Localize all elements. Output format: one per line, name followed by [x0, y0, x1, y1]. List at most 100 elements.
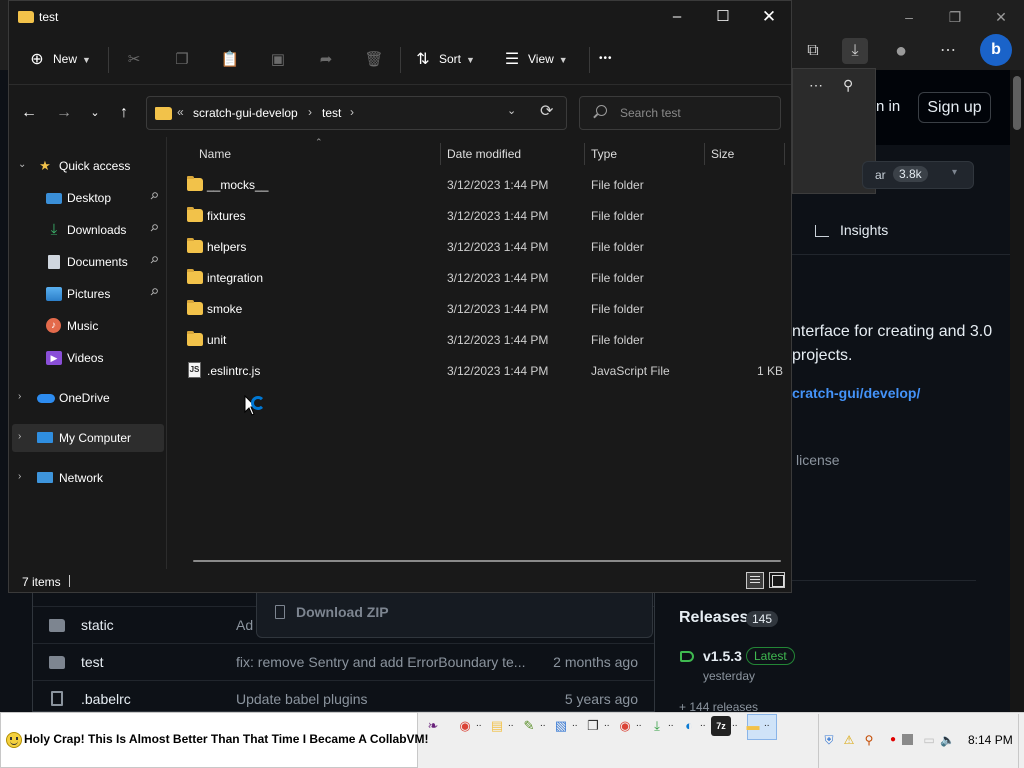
sidebar-item-desktop[interactable]: Desktop ⚲: [9, 184, 165, 212]
browser-menu-icon[interactable]: ⋯: [935, 38, 961, 64]
monitor-icon[interactable]: ▭: [922, 733, 936, 747]
sidebar-item-videos[interactable]: ▶ Videos: [9, 344, 165, 372]
table-row[interactable]: test fix: remove Sentry and add ErrorBou…: [33, 643, 654, 680]
releases-heading[interactable]: Releases: [679, 609, 748, 627]
file-row-helpers[interactable]: helpers 3/12/2023 1:44 PM File folder: [183, 232, 783, 262]
sidebar-item-my-computer[interactable]: › My Computer: [12, 424, 164, 452]
chevron-right-icon[interactable]: ›: [18, 391, 21, 402]
sidebar-item-network[interactable]: › Network: [9, 464, 165, 492]
edge-icon[interactable]: ◐: [679, 716, 699, 736]
about-website-link[interactable]: cratch-gui/develop/: [792, 385, 920, 401]
file-name[interactable]: integration: [207, 271, 263, 285]
address-bar[interactable]: « scratch-gui-develop › test › ⌄ ⟳: [146, 96, 567, 130]
forward-arrow-icon[interactable]: →: [52, 101, 76, 125]
column-divider[interactable]: [784, 143, 785, 165]
bing-icon[interactable]: b: [980, 34, 1012, 66]
file-row-smoke[interactable]: smoke 3/12/2023 1:44 PM File folder: [183, 294, 783, 324]
browser-minimize-button[interactable]: –: [898, 6, 920, 28]
search-input[interactable]: [620, 104, 770, 122]
sidebar-item-pictures[interactable]: Pictures ⚲: [9, 280, 165, 308]
commit-message[interactable]: fix: remove Sentry and add ErrorBoundary…: [236, 654, 525, 670]
shield-icon[interactable]: ⛨: [822, 733, 836, 747]
sort-button[interactable]: ⇅ Sort ▼: [413, 45, 475, 73]
close-button[interactable]: ✕: [746, 3, 792, 31]
commit-message[interactable]: Ad: [236, 617, 253, 633]
column-header-date-modified[interactable]: Date modified: [447, 147, 521, 161]
column-header-size[interactable]: Size: [711, 147, 734, 161]
file-row-integration[interactable]: integration 3/12/2023 1:44 PM File folde…: [183, 263, 783, 293]
profile-avatar-icon[interactable]: ●: [888, 38, 914, 64]
chrome-icon[interactable]: ◉: [455, 716, 475, 736]
search-box[interactable]: [579, 96, 781, 130]
explorer-titlebar[interactable]: test – ☐ ✕: [9, 1, 791, 33]
recent-locations-chevron-icon[interactable]: ⌄: [83, 101, 107, 125]
file-row-unit[interactable]: unit 3/12/2023 1:44 PM File folder: [183, 325, 783, 355]
breadcrumb-separator[interactable]: ›: [350, 105, 354, 119]
download-arrow-icon[interactable]: ⤓: [647, 716, 667, 736]
share-icon[interactable]: ➦: [315, 49, 337, 71]
sidebar-item-music[interactable]: ♪ Music: [9, 312, 165, 340]
collections-icon[interactable]: ⧉: [800, 38, 826, 64]
sidebar-item-onedrive[interactable]: › OneDrive: [9, 384, 165, 412]
cut-icon[interactable]: ✂: [123, 49, 145, 71]
browser-scrollbar[interactable]: [1010, 70, 1024, 712]
video-editor-icon[interactable]: ❐: [583, 716, 603, 736]
chevron-right-icon[interactable]: ›: [18, 471, 21, 482]
file-name[interactable]: fixtures: [207, 209, 246, 223]
large-icons-view-icon[interactable]: [769, 572, 785, 588]
sign-in-link[interactable]: n in: [876, 98, 900, 115]
delete-icon[interactable]: 🗑: [363, 49, 385, 71]
see-more-button[interactable]: •••: [599, 45, 613, 73]
tab-insights[interactable]: Insights: [840, 222, 888, 238]
more-releases-link[interactable]: + 144 releases: [679, 700, 758, 712]
browser-scrollbar-thumb[interactable]: [1013, 76, 1021, 130]
refresh-icon[interactable]: ⟳: [540, 101, 553, 121]
details-view-icon[interactable]: [746, 572, 764, 589]
column-header-type[interactable]: Type: [591, 147, 617, 161]
browser-restore-button[interactable]: ❐: [944, 6, 966, 28]
explorer-folder-icon[interactable]: ▬: [743, 716, 763, 736]
notepad-icon[interactable]: ✎: [519, 716, 539, 736]
column-divider[interactable]: [440, 143, 441, 165]
view-button[interactable]: ☰ View ▼: [502, 45, 568, 73]
file-name[interactable]: __mocks__: [207, 178, 268, 192]
visual-studio-icon[interactable]: ❧: [423, 716, 443, 736]
file-row-fixtures[interactable]: fixtures 3/12/2023 1:44 PM File folder: [183, 201, 783, 231]
file-name[interactable]: .eslintrc.js: [207, 364, 260, 378]
record-dot-icon[interactable]: ●: [886, 733, 900, 747]
latest-release-link[interactable]: v1.5.3: [703, 648, 742, 664]
address-overflow[interactable]: «: [177, 105, 184, 119]
sign-up-button[interactable]: Sign up: [918, 92, 991, 123]
magnifier-icon[interactable]: ⚲: [862, 733, 876, 747]
repo-file-name[interactable]: static: [81, 617, 114, 633]
download-zip-button[interactable]: Download ZIP: [296, 604, 389, 620]
up-arrow-icon[interactable]: ↑: [112, 101, 136, 125]
back-arrow-icon[interactable]: ←: [17, 101, 41, 125]
file-name[interactable]: helpers: [207, 240, 246, 254]
license-link[interactable]: license: [796, 452, 840, 468]
column-divider[interactable]: [704, 143, 705, 165]
7zip-icon[interactable]: 7z: [711, 716, 731, 736]
clock[interactable]: 8:14 PM: [968, 733, 1013, 747]
address-history-chevron-icon[interactable]: ⌄: [507, 104, 516, 117]
chevron-down-icon[interactable]: ⌄: [18, 159, 26, 170]
warning-icon[interactable]: ⚠: [842, 733, 856, 747]
repo-file-name[interactable]: test: [81, 654, 104, 670]
speaker-icon[interactable]: 🔈: [940, 733, 955, 747]
commit-message[interactable]: Update babel plugins: [236, 691, 368, 707]
file-name[interactable]: smoke: [207, 302, 242, 316]
flyout-more-icon[interactable]: ⋯: [809, 77, 823, 94]
minimize-button[interactable]: –: [654, 3, 700, 31]
file-row-eslintrc[interactable]: JS .eslintrc.js 3/12/2023 1:44 PM JavaSc…: [183, 356, 783, 386]
chevron-right-icon[interactable]: ›: [18, 431, 21, 442]
file-manager-icon[interactable]: ▤: [487, 716, 507, 736]
new-button[interactable]: ⊕ New ▼: [27, 45, 91, 73]
copy-icon[interactable]: ❐: [171, 49, 193, 71]
chrome-icon[interactable]: ◉: [615, 716, 635, 736]
image-viewer-icon[interactable]: ▧: [551, 716, 571, 736]
chevron-down-icon[interactable]: ▾: [952, 167, 957, 178]
breadcrumb-scratch-gui-develop[interactable]: scratch-gui-develop: [193, 106, 298, 120]
flyout-pin-icon[interactable]: ⚲: [843, 77, 853, 94]
file-name[interactable]: unit: [207, 333, 226, 347]
horizontal-scrollbar[interactable]: [193, 560, 781, 562]
